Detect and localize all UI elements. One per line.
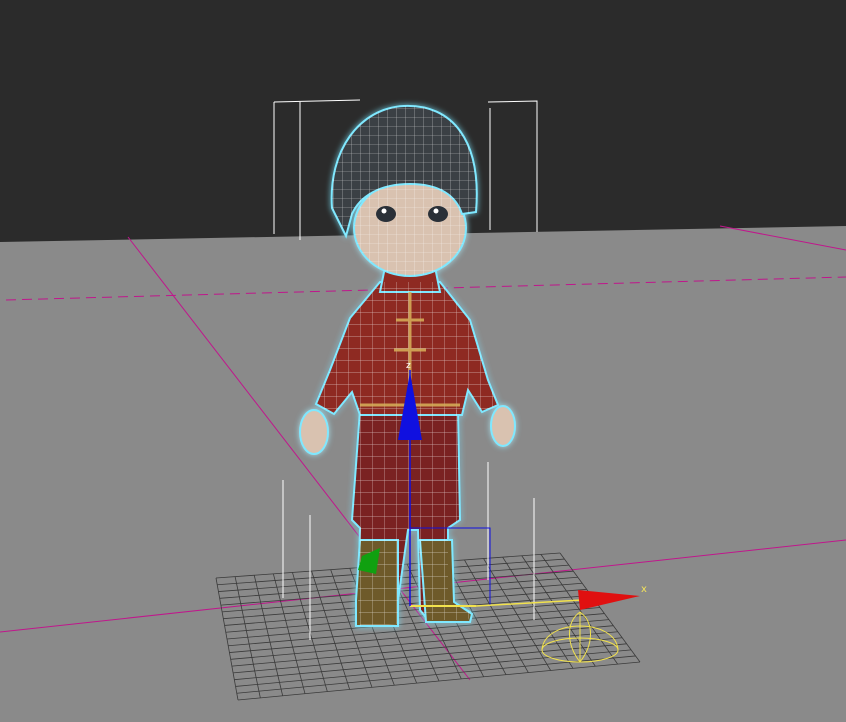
- 3d-viewport[interactable]: x z: [0, 0, 846, 722]
- character-hand-right[interactable]: [490, 405, 516, 447]
- gizmo-x-label: x: [641, 584, 647, 595]
- viewport-scene[interactable]: x z: [0, 0, 846, 722]
- character-hand-left[interactable]: [299, 409, 329, 455]
- gizmo-z-label: z: [406, 361, 411, 371]
